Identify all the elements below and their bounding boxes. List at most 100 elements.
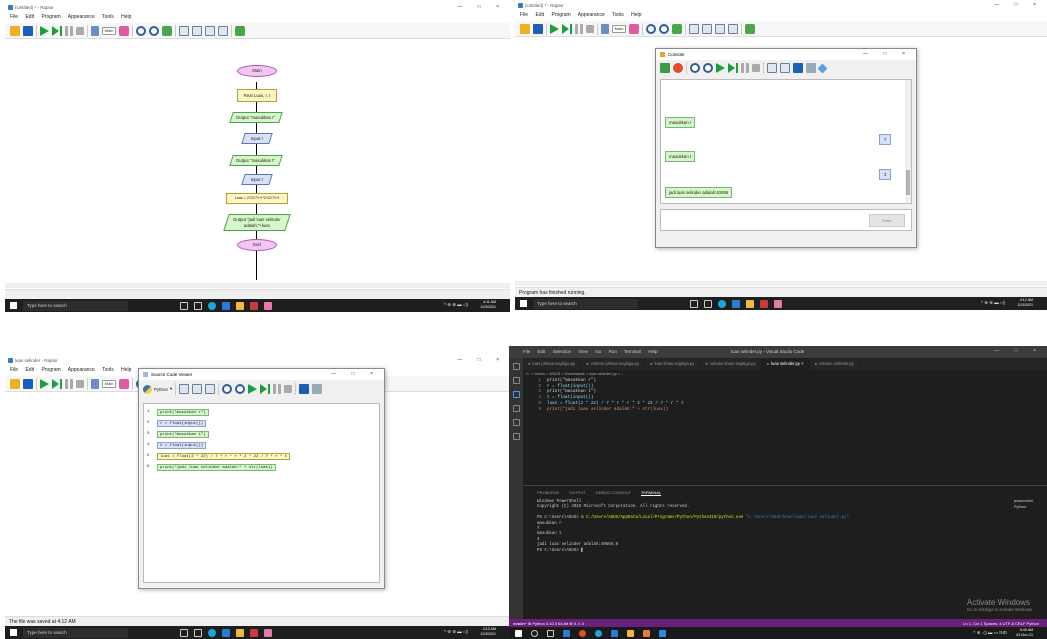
menu-selection[interactable]: Selection (553, 349, 572, 354)
open-folder-icon[interactable] (520, 23, 530, 34)
app-icon[interactable] (643, 629, 650, 637)
menu-appearance[interactable]: Appearance (68, 367, 95, 373)
windows-start-icon[interactable] (10, 629, 17, 636)
run-icon[interactable] (716, 63, 725, 73)
open-folder-icon[interactable] (10, 25, 20, 36)
taskbar-clock[interactable]: 4:11 AM 11/3/2021 (480, 300, 496, 310)
plugin-icon[interactable] (745, 23, 755, 34)
window-controls[interactable]: — □ × (457, 4, 506, 10)
tab-volume-prisma[interactable]: ● volume prisma segitiga.py (581, 358, 646, 370)
menu-file[interactable]: File (523, 349, 530, 354)
stop-icon[interactable] (752, 64, 760, 72)
vscode-taskbar-icon[interactable] (659, 629, 666, 637)
edge-icon[interactable] (595, 629, 602, 637)
run-icon[interactable] (550, 23, 559, 34)
layout-icon[interactable] (179, 384, 190, 394)
record-icon[interactable] (673, 63, 683, 73)
input-box-1[interactable]: Input r (241, 133, 273, 144)
plugin-icon[interactable] (235, 25, 245, 36)
enter-button[interactable]: Enter (869, 214, 905, 227)
windows-start-icon[interactable] (520, 300, 527, 307)
shell-python[interactable]: Python (1014, 504, 1033, 510)
search-circle-icon[interactable] (180, 628, 188, 637)
zoom-out-icon[interactable] (235, 384, 246, 394)
tab-problems[interactable]: PROBLEMS (537, 490, 559, 495)
browser-icon[interactable] (579, 629, 586, 637)
variable-window-icon[interactable] (192, 25, 202, 36)
menu-edit[interactable]: Edit (535, 12, 544, 18)
symbol-icon[interactable] (119, 25, 129, 36)
save-icon[interactable] (533, 23, 543, 34)
breadcrumb[interactable]: C: > Users > ASUS > Downloads > luas sel… (526, 371, 625, 376)
output-box-3[interactable]: Output "jadi luas selinder adalah:"+luas (223, 214, 291, 231)
run-icon[interactable] (248, 384, 258, 394)
tab-volume-selinder[interactable]: ● volume selinder.py (810, 358, 860, 370)
terminal-list[interactable]: powershell Python (1014, 498, 1033, 510)
console-scrollbar[interactable] (905, 80, 911, 203)
graph-window-icon[interactable] (689, 23, 699, 34)
run-icon[interactable] (40, 25, 49, 36)
zoom-in-icon[interactable] (222, 384, 233, 394)
code-area[interactable]: 1 print("masukkan r") 2r = float(input())… (143, 403, 380, 583)
explorer-icon[interactable] (512, 363, 520, 370)
task-view-icon[interactable] (547, 629, 554, 637)
console-window-icon[interactable] (205, 25, 215, 36)
main-dropdown[interactable]: Main (102, 26, 116, 35)
store-icon[interactable] (563, 629, 570, 637)
system-tray[interactable]: ^ ⊕ ⊕ ▬ ◁) (444, 629, 468, 635)
tab-debug-console[interactable]: DEBUG CONSOLE (596, 490, 631, 495)
menu-help[interactable]: Help (648, 349, 657, 354)
file-explorer-icon[interactable] (236, 628, 244, 637)
terminal-output[interactable]: Windows PowerShell Copyright (C) 2015 Mic… (537, 500, 849, 554)
taskbar-search[interactable]: Type here to search (23, 627, 128, 638)
chart-icon[interactable] (672, 23, 682, 34)
extensions-icon[interactable] (512, 419, 520, 426)
menu-program[interactable]: Program (41, 14, 60, 20)
search-icon[interactable] (531, 629, 538, 637)
clear-icon[interactable] (660, 63, 670, 73)
source-control-icon[interactable] (512, 391, 520, 398)
step-icon[interactable] (260, 384, 271, 394)
menu-appearance[interactable]: Appearance (578, 12, 605, 18)
speed-slider-icon[interactable] (91, 378, 99, 389)
search-circle-icon[interactable] (180, 301, 188, 310)
menu-edit[interactable]: Edit (538, 349, 546, 354)
speed-slider-icon[interactable] (601, 23, 609, 34)
raptor-taskbar-icon[interactable] (264, 628, 272, 637)
run-icon[interactable] (40, 378, 49, 389)
file-explorer-icon[interactable] (236, 301, 244, 310)
watch-window-icon[interactable] (728, 23, 738, 34)
save-icon[interactable] (23, 25, 33, 36)
tab-output[interactable]: OUTPUT (569, 490, 585, 495)
start-oval[interactable]: Main (237, 65, 277, 77)
pause-icon[interactable] (65, 25, 73, 36)
end-oval[interactable]: End (237, 239, 277, 251)
pause-icon[interactable] (741, 63, 749, 73)
menu-help[interactable]: Help (631, 12, 641, 18)
store-icon[interactable] (732, 299, 740, 308)
task-view-icon[interactable] (704, 299, 712, 308)
raptor-taskbar-icon[interactable] (264, 301, 272, 310)
zoom-in-icon[interactable] (646, 23, 656, 34)
taskbar-clock[interactable]: 5:45 AM 03-Nov-21 (1016, 628, 1033, 638)
console-window-icon[interactable] (715, 23, 725, 34)
viewer-window-controls[interactable]: — □ × (331, 371, 380, 377)
horizontal-scrollbar[interactable] (5, 283, 510, 288)
file-explorer-icon[interactable] (746, 299, 754, 308)
menu-view[interactable]: View (578, 349, 588, 354)
speed-slider-icon[interactable] (91, 25, 99, 36)
taskbar-search[interactable]: Type here to search (533, 298, 638, 309)
edge-icon[interactable] (718, 299, 726, 308)
app-icon[interactable] (250, 628, 258, 637)
menu-file[interactable]: File (10, 14, 18, 20)
menu-appearance[interactable]: Appearance (68, 14, 95, 20)
step-icon[interactable] (562, 23, 572, 34)
menu-tools[interactable]: Tools (102, 367, 114, 373)
window-controls[interactable]: — □ × (994, 2, 1043, 8)
menu-help[interactable]: Help (121, 367, 131, 373)
task-view-icon[interactable] (194, 628, 202, 637)
save-icon[interactable] (793, 63, 803, 73)
menu-file[interactable]: File (520, 12, 528, 18)
copy-icon[interactable] (312, 384, 323, 394)
testing-icon[interactable] (512, 433, 520, 440)
